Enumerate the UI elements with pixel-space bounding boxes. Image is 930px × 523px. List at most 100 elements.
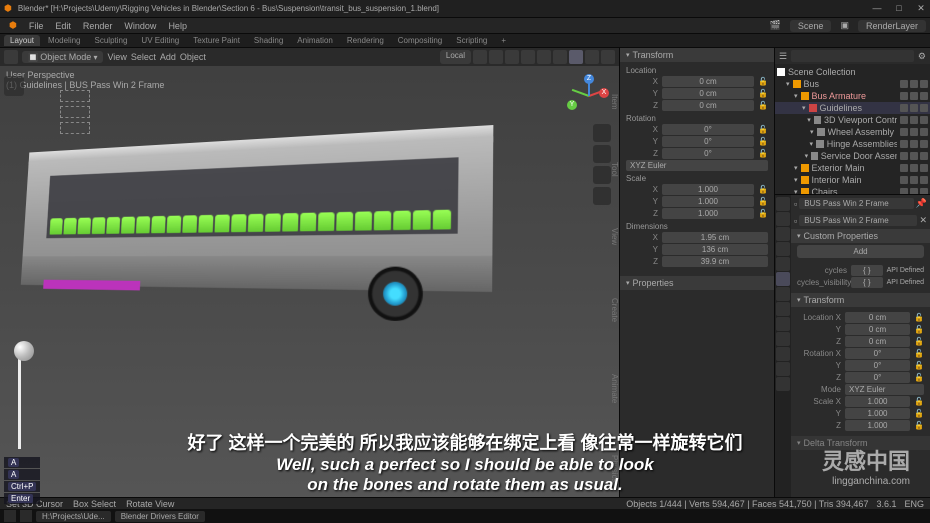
renderlayer-select[interactable]: RenderLayer [858,20,926,32]
unlink-icon[interactable]: ✕ [919,215,927,226]
tree-item[interactable]: ▾3D Viewport Control [775,114,930,126]
start-button[interactable] [4,510,16,522]
shading-solid-icon[interactable] [569,50,583,64]
xray-icon[interactable] [537,50,551,64]
ptab-world-icon[interactable] [776,257,790,271]
tree-item[interactable]: ▾Wheel Assembly [775,126,930,138]
render-icon[interactable] [920,116,928,124]
mode-select[interactable]: 🔲 Object Mode ▾ [22,51,103,63]
lock-icon[interactable]: 🔓 [758,197,768,206]
tab-rendering[interactable]: Rendering [341,35,390,46]
proportional-icon[interactable] [489,50,503,64]
pin-icon[interactable]: 📌 [916,198,927,209]
tab-add[interactable]: + [495,35,512,46]
lock-icon[interactable]: 🔓 [758,185,768,194]
sel-icon[interactable] [910,176,918,184]
tree-item[interactable]: ▾Bus Armature [775,90,930,102]
overlay-toggle-icon[interactable] [521,50,535,64]
ptab-constraint-icon[interactable] [776,332,790,346]
sel-icon[interactable] [910,80,918,88]
shading-rendered-icon[interactable] [601,50,615,64]
sel-icon[interactable] [910,164,918,172]
ptab-object-icon[interactable] [776,272,790,286]
vtab-tool[interactable]: Tool [605,158,619,181]
render-icon[interactable] [920,140,928,148]
lock-icon[interactable]: 🔓 [914,397,924,406]
tree-collection[interactable]: Scene Collection [775,66,930,78]
lock-icon[interactable]: 🔓 [758,101,768,110]
t2-loc-y[interactable]: 0 cm [845,324,910,335]
lock-icon[interactable]: 🔓 [914,361,924,370]
render-icon[interactable] [920,128,928,136]
t2-loc-z[interactable]: 0 cm [845,336,910,347]
tree-item[interactable]: ▾Exterior Main [775,162,930,174]
sel-icon[interactable] [910,104,918,112]
snap-icon[interactable] [473,50,487,64]
vtab-create[interactable]: Create [605,294,619,326]
tool-select-icon[interactable] [4,76,24,96]
menu-edit[interactable]: Edit [50,20,76,32]
vis-icon[interactable] [900,152,908,160]
overlay-local[interactable]: Local [440,50,471,64]
t2-mode[interactable]: XYZ Euler [845,384,924,395]
t2-scale-x[interactable]: 1.000 [845,396,910,407]
lock-icon[interactable]: 🔓 [914,373,924,382]
tree-item[interactable]: ▾Hinge Assemblies [775,138,930,150]
lock-icon[interactable]: 🔓 [758,137,768,146]
tab-scripting[interactable]: Scripting [450,35,493,46]
vis-icon[interactable] [900,128,908,136]
menu-help[interactable]: Help [163,20,192,32]
tree-item[interactable]: ▾Chairs [775,186,930,194]
transform2-header[interactable]: Transform [791,293,930,307]
properties-header[interactable]: Properties [620,276,774,290]
axis-y-icon[interactable]: Y [567,100,577,110]
filter-icon[interactable]: ⚙ [918,51,926,62]
maximize-button[interactable]: □ [894,3,904,14]
sel-icon[interactable] [910,140,918,148]
vp-menu-add[interactable]: Add [160,52,176,62]
axis-z-icon[interactable]: Z [584,74,594,84]
ptab-material-icon[interactable] [776,362,790,376]
scale-z[interactable]: 1.000 [662,208,754,219]
customprops-header[interactable]: Custom Properties [791,229,930,243]
lock-icon[interactable]: 🔓 [758,209,768,218]
shading-matpreview-icon[interactable] [585,50,599,64]
tab-sculpting[interactable]: Sculpting [89,35,134,46]
scene-select[interactable]: Scene [790,20,832,32]
tab-texturepaint[interactable]: Texture Paint [187,35,246,46]
vis-icon[interactable] [900,92,908,100]
gizmo-toggle-icon[interactable] [505,50,519,64]
ptab-output-icon[interactable] [776,212,790,226]
vp-menu-select[interactable]: Select [131,52,156,62]
lock-icon[interactable]: 🔓 [914,325,924,334]
lock-icon[interactable]: 🔓 [758,89,768,98]
menu-render[interactable]: Render [78,20,118,32]
tree-item[interactable]: ▾Service Door Assembly [775,150,930,162]
vis-icon[interactable] [900,140,908,148]
add-button[interactable]: Add [797,245,924,258]
loc-x[interactable]: 0 cm [662,76,754,87]
tree-item[interactable]: ▾Bus [775,78,930,90]
render-icon[interactable] [920,176,928,184]
tab-animation[interactable]: Animation [291,35,339,46]
lock-icon[interactable]: 🔓 [914,349,924,358]
scene-icon[interactable]: 🎬 [765,19,786,32]
render-icon[interactable] [920,104,928,112]
menu-window[interactable]: Window [119,20,161,32]
loc-z[interactable]: 0 cm [662,100,754,111]
vis-icon[interactable] [900,80,908,88]
vp-menu-view[interactable]: View [107,52,126,62]
blender-logo-icon[interactable]: ⬢ [4,19,22,32]
lock-icon[interactable]: 🔓 [758,125,768,134]
rot-z[interactable]: 0° [662,148,754,159]
rot-y[interactable]: 0° [662,136,754,147]
search-icon[interactable] [20,510,32,522]
dim-x[interactable]: 1.95 cm [662,232,768,243]
ptab-view-icon[interactable] [776,227,790,241]
tab-compositing[interactable]: Compositing [392,35,448,46]
datablock-b[interactable]: BUS Pass Win 2 Frame [799,215,917,226]
ptab-scene-icon[interactable] [776,242,790,256]
editor-type-icon[interactable] [4,50,18,64]
render-icon[interactable] [920,92,928,100]
outliner-search[interactable] [791,50,914,62]
